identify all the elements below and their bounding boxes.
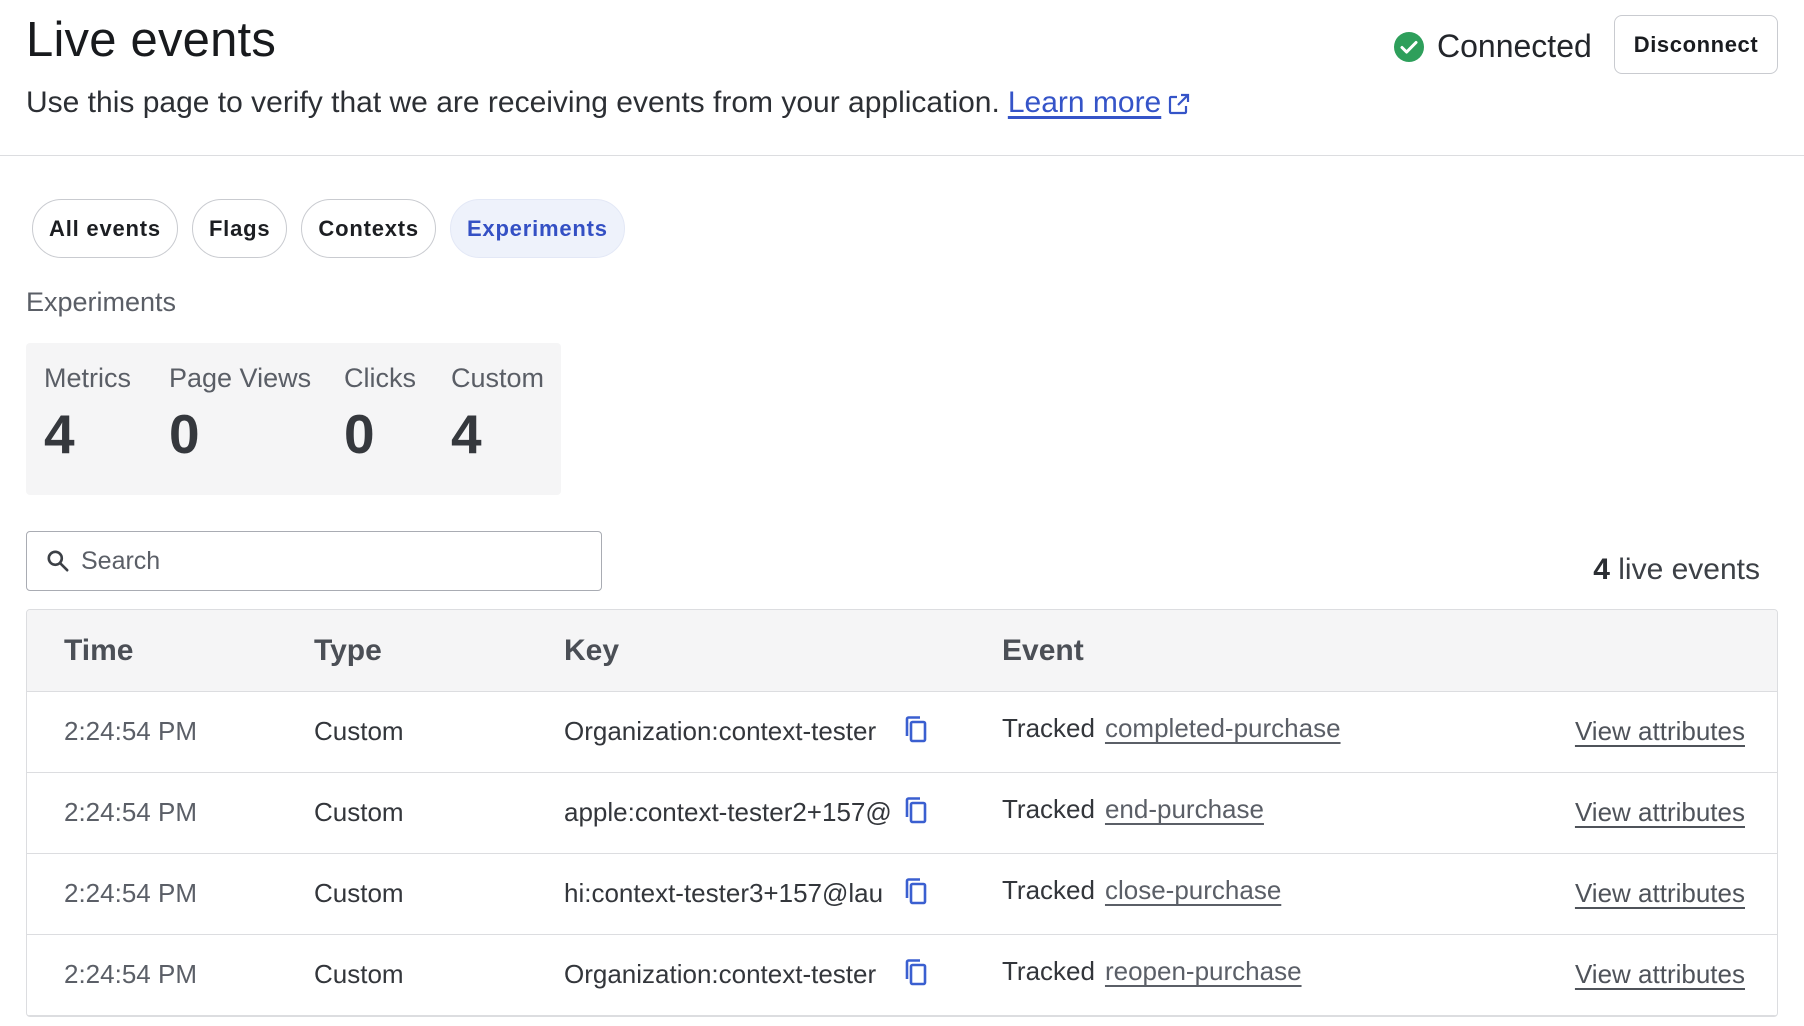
description-text: Use this page to verify that we are rece… — [26, 86, 1000, 119]
cell-key: hi:context-tester3+157@lau — [564, 878, 884, 908]
tab-flags[interactable]: Flags — [191, 199, 288, 258]
stat-custom: Custom 4 — [451, 363, 544, 466]
copy-icon[interactable] — [902, 714, 930, 744]
table-header: Time Type Key Event — [27, 610, 1777, 692]
cell-type: Custom — [314, 797, 404, 827]
table-row: 2:24:54 PM Custom hi:context-tester3+157… — [27, 854, 1777, 935]
tab-contexts[interactable]: Contexts — [301, 199, 436, 258]
cell-key: Organization:context-tester — [564, 959, 877, 989]
cell-time: 2:24:54 PM — [64, 716, 197, 746]
table-row: 2:24:54 PM Custom Organization:context-t… — [27, 692, 1777, 773]
event-prefix: Tracked — [1002, 875, 1095, 905]
learn-more-label: Learn more — [1007, 86, 1162, 119]
learn-more-link[interactable]: Learn more — [1008, 86, 1191, 119]
event-prefix: Tracked — [1002, 794, 1095, 824]
cell-time: 2:24:54 PM — [64, 797, 197, 827]
stat-label: Page Views — [169, 363, 312, 393]
section-label: Experiments — [26, 287, 177, 317]
stat-page-views: Page Views 0 — [169, 363, 311, 466]
search-input[interactable] — [81, 546, 561, 576]
cell-key: apple:context-tester2+157@ — [564, 797, 892, 827]
copy-icon[interactable] — [902, 957, 930, 987]
page-description: Use this page to verify that we are rece… — [26, 86, 1191, 120]
event-name-link[interactable]: reopen-purchase — [1105, 956, 1302, 986]
header-divider — [0, 155, 1804, 156]
stat-value: 4 — [451, 403, 482, 465]
live-count-number: 4 — [1593, 553, 1610, 586]
column-header-event[interactable]: Event — [1002, 634, 1084, 668]
column-header-type[interactable]: Type — [314, 634, 382, 668]
view-attributes-link[interactable]: View attributes — [1575, 716, 1745, 747]
tab-experiments[interactable]: Experiments — [449, 199, 625, 258]
tab-all-events[interactable]: All events — [32, 199, 178, 258]
stat-value: 0 — [169, 403, 200, 465]
table-row: 2:24:54 PM Custom apple:context-tester2+… — [27, 773, 1777, 854]
copy-icon[interactable] — [902, 876, 930, 906]
cell-event: Tracked end-purchase — [1002, 794, 1264, 825]
cell-time: 2:24:54 PM — [64, 878, 197, 908]
live-count-suffix: live events — [1618, 553, 1760, 586]
stat-label: Metrics — [44, 363, 131, 393]
page-title: Live events — [26, 13, 277, 67]
cell-event: Tracked close-purchase — [1002, 875, 1281, 906]
cell-type: Custom — [314, 959, 404, 989]
events-table: Time Type Key Event 2:24:54 PM Custom Or… — [26, 609, 1778, 1017]
stat-value: 4 — [44, 403, 75, 465]
disconnect-button[interactable]: Disconnect — [1614, 15, 1778, 74]
event-name-link[interactable]: end-purchase — [1105, 794, 1264, 824]
cell-key: Organization:context-tester — [564, 716, 877, 746]
cell-type: Custom — [314, 878, 404, 908]
event-prefix: Tracked — [1002, 956, 1095, 986]
event-prefix: Tracked — [1002, 713, 1095, 743]
connection-status: Connected — [1393, 28, 1592, 65]
cell-type: Custom — [314, 716, 404, 746]
stat-label: Clicks — [344, 363, 416, 393]
stat-clicks: Clicks 0 — [344, 363, 416, 466]
stat-label: Custom — [451, 363, 545, 393]
live-events-count: 4 live events — [1593, 553, 1760, 587]
external-link-icon — [1169, 93, 1190, 115]
event-name-link[interactable]: close-purchase — [1105, 875, 1281, 905]
search-box — [26, 531, 602, 591]
stat-metrics: Metrics 4 — [44, 363, 131, 466]
copy-icon[interactable] — [902, 795, 930, 825]
column-header-time[interactable]: Time — [64, 634, 133, 668]
event-filter-tabs: All events Flags Contexts Experiments — [32, 199, 625, 258]
table-row: 2:24:54 PM Custom Organization:context-t… — [27, 935, 1777, 1016]
view-attributes-link[interactable]: View attributes — [1575, 797, 1745, 828]
search-icon — [47, 550, 69, 572]
check-circle-icon — [1394, 31, 1424, 62]
stats-panel: Metrics 4 Page Views 0 Clicks 0 Custom 4 — [26, 343, 561, 495]
cell-event: Tracked reopen-purchase — [1002, 956, 1302, 987]
cell-time: 2:24:54 PM — [64, 959, 197, 989]
event-name-link[interactable]: completed-purchase — [1105, 713, 1341, 743]
column-header-key[interactable]: Key — [564, 634, 619, 668]
status-label: Connected — [1437, 28, 1592, 64]
stat-value: 0 — [344, 403, 375, 465]
cell-event: Tracked completed-purchase — [1002, 713, 1341, 744]
view-attributes-link[interactable]: View attributes — [1575, 959, 1745, 990]
view-attributes-link[interactable]: View attributes — [1575, 878, 1745, 909]
